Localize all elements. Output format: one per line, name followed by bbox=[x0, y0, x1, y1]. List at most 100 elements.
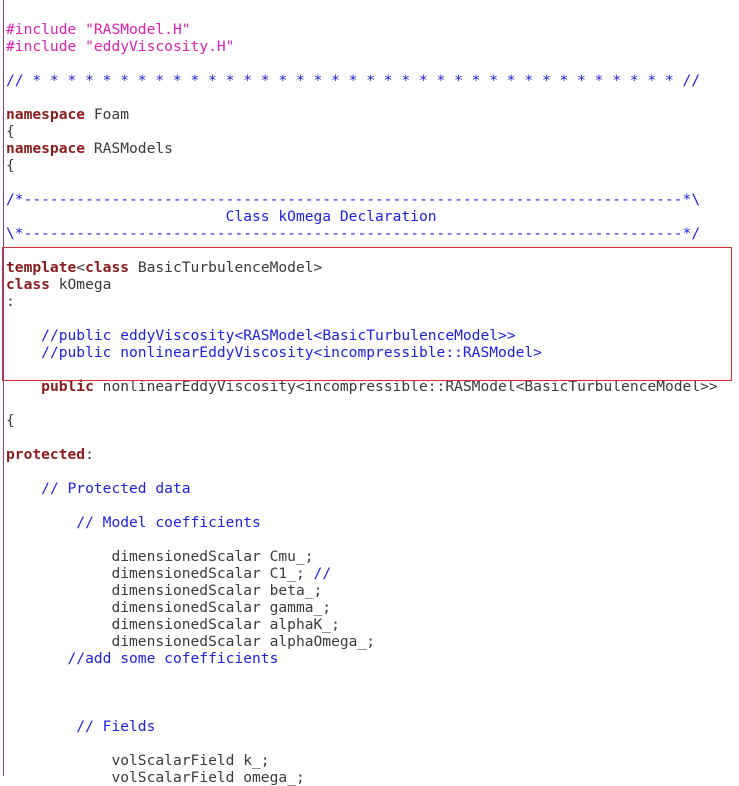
template-parameter-name: BasicTurbulenceModel> bbox=[129, 259, 323, 276]
code-line-7[interactable]: { bbox=[0, 123, 739, 140]
namespace-name-foam: Foam bbox=[85, 106, 130, 123]
code-line-42[interactable]: // Fields bbox=[0, 718, 739, 735]
code-line-1[interactable]: #include "RASModel.H" bbox=[0, 21, 739, 38]
code-line-24[interactable]: { bbox=[0, 412, 739, 429]
code-line-18-blank[interactable] bbox=[0, 310, 739, 327]
banner-comment-bottom: \*--------------------------------------… bbox=[6, 225, 701, 242]
open-brace: { bbox=[6, 123, 15, 140]
code-editor-view[interactable]: #include "RASModel.H" #include "eddyVisco… bbox=[0, 0, 739, 786]
code-line-36[interactable]: dimensionedScalar alphaK_; bbox=[0, 616, 739, 633]
class-body-open-brace: { bbox=[6, 412, 15, 429]
field-declaration-k: volScalarField k_; bbox=[111, 752, 270, 769]
code-line-9[interactable]: { bbox=[0, 157, 739, 174]
code-line-8[interactable]: namespace RASModels bbox=[0, 140, 739, 157]
code-line-27-blank[interactable] bbox=[0, 463, 739, 480]
code-line-41-blank[interactable] bbox=[0, 701, 739, 718]
trailing-empty-comment: // bbox=[313, 565, 332, 582]
protected-keyword: protected bbox=[6, 446, 86, 463]
code-line-44[interactable]: volScalarField k_; bbox=[0, 752, 739, 769]
preprocessor-include-keyword: #include bbox=[6, 21, 77, 38]
code-line-5-blank[interactable] bbox=[0, 89, 739, 106]
code-line-25-blank[interactable] bbox=[0, 429, 739, 446]
code-line-12[interactable]: Class kOmega Declaration bbox=[0, 208, 739, 225]
preprocessor-include-keyword: #include bbox=[6, 38, 77, 55]
code-line-26[interactable]: protected: bbox=[0, 446, 739, 463]
code-line-13[interactable]: \*--------------------------------------… bbox=[0, 225, 739, 242]
member-declaration-cmu: dimensionedScalar Cmu_; bbox=[111, 548, 314, 565]
class-name-komega: kOmega bbox=[49, 276, 112, 293]
comment-add-some-coefficients: //add some cofefficients bbox=[67, 650, 279, 667]
comment-model-coefficients: // Model coefficients bbox=[76, 514, 261, 531]
namespace-keyword: namespace bbox=[6, 140, 86, 157]
code-line-4[interactable]: // * * * * * * * * * * * * * * * * * * *… bbox=[0, 72, 739, 89]
member-declaration-gamma: dimensionedScalar gamma_; bbox=[111, 599, 332, 616]
code-line-11[interactable]: /*--------------------------------------… bbox=[0, 191, 739, 208]
access-specifier-colon: : bbox=[85, 446, 94, 463]
code-line-31-blank[interactable] bbox=[0, 531, 739, 548]
member-declaration-alphaomega: dimensionedScalar alphaOmega_; bbox=[111, 633, 376, 650]
class-keyword: class bbox=[85, 259, 130, 276]
code-line-37[interactable]: dimensionedScalar alphaOmega_; bbox=[0, 633, 739, 650]
code-line-38[interactable]: //add some cofefficients bbox=[0, 650, 739, 667]
class-keyword: class bbox=[6, 276, 50, 293]
banner-comment-top: /*--------------------------------------… bbox=[6, 191, 701, 208]
code-line-30[interactable]: // Model coefficients bbox=[0, 514, 739, 531]
namespace-keyword: namespace bbox=[6, 106, 86, 123]
code-line-22[interactable]: public nonlinearEddyViscosity<incompress… bbox=[0, 378, 739, 395]
code-line-33[interactable]: dimensionedScalar C1_; // bbox=[0, 565, 739, 582]
member-declaration-alphak: dimensionedScalar alphaK_; bbox=[111, 616, 340, 633]
code-line-23-blank[interactable] bbox=[0, 395, 739, 412]
banner-comment-title: Class kOmega Declaration bbox=[6, 208, 437, 225]
namespace-name-rasmodels: RASModels bbox=[85, 140, 173, 157]
code-line-3-blank[interactable] bbox=[0, 55, 739, 72]
code-line-16[interactable]: class kOmega bbox=[0, 276, 739, 293]
angle-bracket-open: < bbox=[76, 259, 86, 276]
separator-comment: // * * * * * * * * * * * * * * * * * * *… bbox=[6, 72, 701, 89]
code-line-39-blank[interactable] bbox=[0, 667, 739, 684]
code-line-40-blank[interactable] bbox=[0, 684, 739, 701]
code-line-29-blank[interactable] bbox=[0, 497, 739, 514]
code-line-15[interactable]: template<class BasicTurbulenceModel> bbox=[0, 259, 739, 276]
code-line-10-blank[interactable] bbox=[0, 174, 739, 191]
code-line-35[interactable]: dimensionedScalar gamma_; bbox=[0, 599, 739, 616]
code-line-43-blank[interactable] bbox=[0, 735, 739, 752]
code-line-17[interactable]: : bbox=[0, 293, 739, 310]
include-path-string: "RASModel.H" bbox=[85, 21, 191, 38]
code-line-45[interactable]: volScalarField omega_; bbox=[0, 769, 739, 786]
code-line-14-blank[interactable] bbox=[0, 242, 739, 259]
code-line-2[interactable]: #include "eddyViscosity.H" bbox=[0, 38, 739, 55]
source-code-block[interactable]: #include "RASModel.H" #include "eddyVisco… bbox=[0, 4, 739, 786]
comment-protected-data: // Protected data bbox=[41, 480, 191, 497]
field-declaration-omega: volScalarField omega_; bbox=[111, 769, 305, 786]
code-line-6[interactable]: namespace Foam bbox=[0, 106, 739, 123]
comment-fields: // Fields bbox=[76, 718, 156, 735]
base-class-specification: nonlinearEddyViscosity<incompressible::R… bbox=[93, 378, 718, 395]
inheritance-colon: : bbox=[6, 293, 15, 310]
member-declaration-beta: dimensionedScalar beta_; bbox=[111, 582, 323, 599]
code-line-34[interactable]: dimensionedScalar beta_; bbox=[0, 582, 739, 599]
member-declaration-c1: dimensionedScalar C1_; bbox=[111, 565, 314, 582]
commented-base-class-nonlineareddyviscosity: //public nonlinearEddyViscosity<incompre… bbox=[41, 344, 542, 361]
code-line-32[interactable]: dimensionedScalar Cmu_; bbox=[0, 548, 739, 565]
include-path-string: "eddyViscosity.H" bbox=[85, 38, 235, 55]
code-line-28[interactable]: // Protected data bbox=[0, 480, 739, 497]
code-line-20[interactable]: //public nonlinearEddyViscosity<incompre… bbox=[0, 344, 739, 361]
open-brace: { bbox=[6, 157, 15, 174]
code-line-21-blank[interactable] bbox=[0, 361, 739, 378]
code-line-19[interactable]: //public eddyViscosity<RASModel<BasicTur… bbox=[0, 327, 739, 344]
